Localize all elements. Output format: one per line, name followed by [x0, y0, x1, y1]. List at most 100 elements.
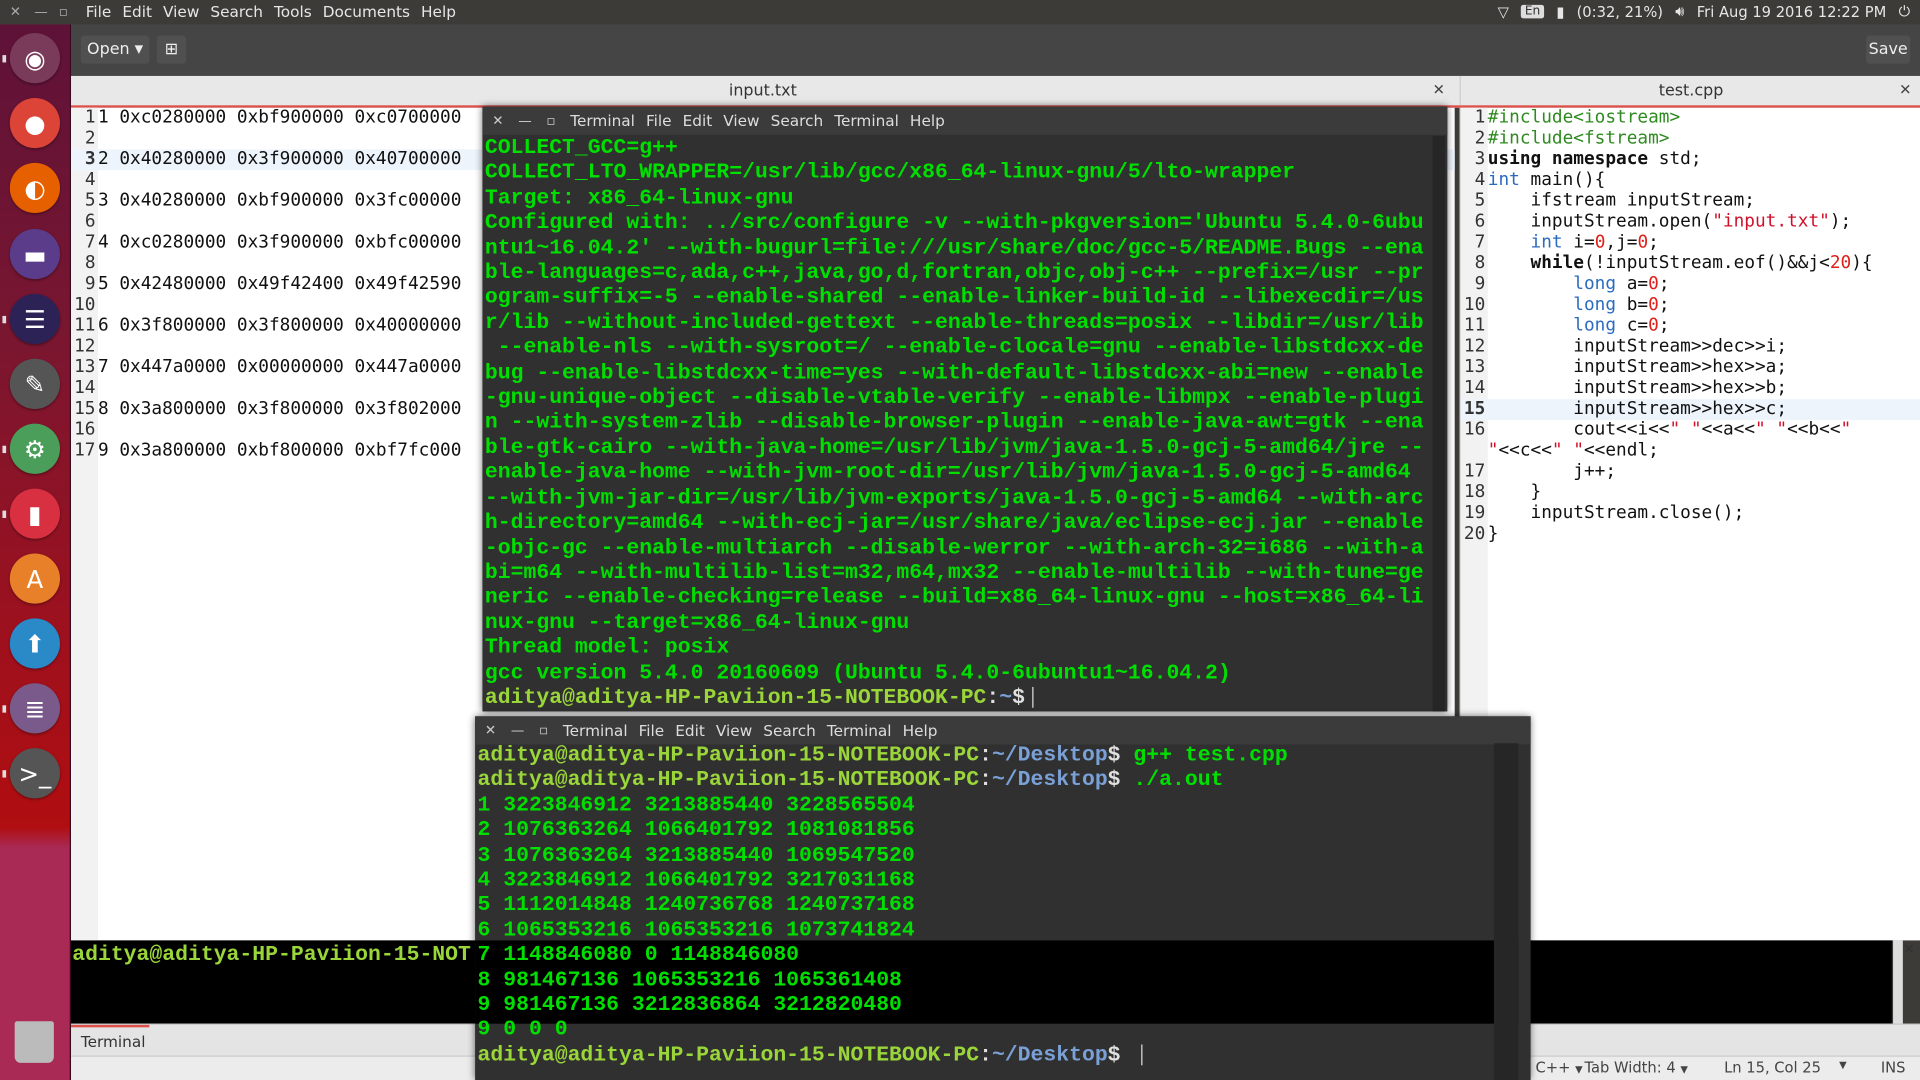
- code-line: 12 inputStream>>dec>>i;: [1461, 337, 1920, 358]
- terminal-menu-terminal[interactable]: Terminal: [563, 721, 628, 739]
- terminal-line: Thread model: posix: [484, 635, 730, 661]
- menu-edit[interactable]: Edit: [122, 2, 152, 20]
- line-text: 6 0x3f800000 0x3f800000 0x40000000: [97, 315, 462, 336]
- launcher-software-center-icon[interactable]: A: [9, 553, 61, 604]
- launcher-chrome-icon[interactable]: ●: [9, 97, 61, 149]
- terminal-window-1[interactable]: ✕ — ▫ Terminal File Edit View Search Terminal…: [482, 106, 1448, 712]
- terminal-menu-edit[interactable]: Edit: [683, 111, 713, 129]
- tab-terminal[interactable]: Terminal: [81, 1032, 146, 1050]
- line-text: 3 0x40280000 0xbf900000 0x3fc00000: [97, 191, 462, 211]
- terminal-menu-view[interactable]: View: [716, 721, 752, 739]
- chevron-down-icon[interactable]: ▼: [1839, 1059, 1847, 1070]
- terminal-menu-view[interactable]: View: [723, 111, 759, 129]
- code-token-str: " ": [1669, 420, 1702, 440]
- battery-status[interactable]: (0:32, 21%): [1577, 3, 1663, 20]
- terminal-line: -objc-gc --enable-multiarch --disable-we…: [484, 535, 1424, 561]
- menu-file[interactable]: File: [86, 2, 112, 20]
- terminal-line: neric --enable-checking=release --build=…: [484, 585, 1424, 611]
- menu-view[interactable]: View: [163, 2, 199, 20]
- battery-icon[interactable]: ▮: [1556, 3, 1564, 20]
- menu-tools[interactable]: Tools: [274, 2, 312, 20]
- terminal-menu-file[interactable]: File: [639, 721, 665, 739]
- running-indicator: [2, 770, 7, 778]
- minimize-window-icon[interactable]: —: [34, 4, 47, 20]
- menu-documents[interactable]: Documents: [323, 2, 410, 20]
- wifi-icon[interactable]: ▽: [1498, 3, 1509, 20]
- terminal-scrollbar[interactable]: [1493, 743, 1519, 1080]
- launcher-software-updater-icon[interactable]: ⬆: [9, 618, 61, 669]
- new-document-button[interactable]: ⊞: [156, 35, 187, 64]
- terminal-menu-edit[interactable]: Edit: [675, 721, 705, 739]
- close-window-icon[interactable]: ✕: [10, 4, 21, 20]
- cursor-position[interactable]: Ln 15, Col 25: [1724, 1059, 1821, 1076]
- code-token-str: "input.txt": [1712, 211, 1830, 232]
- power-icon[interactable]: ⏻: [1899, 2, 1911, 20]
- close-panel-icon[interactable]: ✕: [1903, 940, 1915, 957]
- menu-search[interactable]: Search: [210, 2, 263, 20]
- minimize-window-icon[interactable]: —: [518, 113, 531, 129]
- maximize-window-icon[interactable]: ▫: [59, 4, 68, 20]
- terminal-menu-help[interactable]: Help: [903, 721, 938, 739]
- launcher-wireshark-icon[interactable]: ✎: [9, 358, 61, 409]
- terminal-menu: Terminal File Edit View Search Terminal Help: [563, 721, 938, 739]
- terminal-line: enable-java-home --with-jvm-root-dir=/us…: [484, 460, 1411, 486]
- launcher-app-icon[interactable]: ▮: [9, 488, 61, 539]
- active-tab-indicator: [71, 1024, 150, 1028]
- code-token-plain: main(){: [1519, 170, 1606, 190]
- open-button[interactable]: Open ▼: [80, 35, 150, 64]
- close-tab-icon[interactable]: ✕: [1899, 81, 1911, 98]
- terminal-menu-file[interactable]: File: [646, 111, 672, 129]
- clock[interactable]: Fri Aug 19 2016 12:22 PM: [1697, 3, 1887, 20]
- close-window-icon[interactable]: ✕: [492, 113, 503, 129]
- launcher-text-editor-icon[interactable]: ≣: [9, 683, 61, 734]
- menu-help[interactable]: Help: [421, 2, 456, 20]
- keyboard-icon[interactable]: En: [1521, 4, 1544, 19]
- tab-width-selector[interactable]: Tab Width: 4 ▼: [1584, 1059, 1687, 1076]
- tab-input-txt[interactable]: input.txt ✕: [71, 76, 1455, 105]
- code-token-plain: inputStream>>hex>>b;: [1487, 378, 1788, 398]
- close-tab-icon[interactable]: ✕: [1433, 81, 1445, 98]
- launcher-settings-icon[interactable]: ⚙: [9, 423, 61, 474]
- code-token-plain: inputStream>>dec>>i;: [1487, 336, 1788, 357]
- document-tabs: input.txt ✕ test.cpp ✕: [71, 75, 1920, 108]
- panel-scrollbar[interactable]: [1893, 940, 1903, 1024]
- save-button[interactable]: Save: [1866, 35, 1911, 64]
- code-token-plain: inputStream>>hex>>c;: [1487, 399, 1788, 419]
- tab-label: input.txt: [728, 81, 797, 100]
- terminal-menu-terminal[interactable]: Terminal: [834, 111, 899, 129]
- code-token-str: " ": [1551, 440, 1584, 461]
- line-text: 1 0xc0280000 0xbf900000 0xc0700000: [97, 107, 462, 128]
- trash-icon[interactable]: [14, 1021, 54, 1063]
- launcher-ubuntu-dash-icon[interactable]: ◉: [9, 33, 61, 84]
- code-token-plain: ;: [1658, 295, 1670, 315]
- launcher-files-icon[interactable]: ▬: [9, 228, 61, 280]
- close-window-icon[interactable]: ✕: [485, 722, 496, 738]
- minimize-window-icon[interactable]: —: [511, 722, 524, 738]
- terminal-menu-search[interactable]: Search: [771, 111, 824, 129]
- launcher-firefox-icon[interactable]: ◐: [9, 162, 61, 214]
- terminal-menu-search[interactable]: Search: [763, 721, 816, 739]
- terminal-line: gcc version 5.4.0 20160609 (Ubuntu 5.4.0…: [484, 660, 1231, 686]
- terminal-scrollbar[interactable]: [1432, 135, 1445, 712]
- terminal-prompt-line: aditya@aditya-HP-Paviion-15-NOTEBOOK-PC:…: [478, 743, 1494, 768]
- prompt-user: aditya@aditya-HP-Paviion-15-NOTEBOOK-PC: [477, 1043, 980, 1068]
- launcher-eclipse-icon[interactable]: ☰: [9, 293, 61, 345]
- line-number: 18: [1463, 482, 1486, 503]
- language-selector[interactable]: C++ ▼: [1536, 1059, 1583, 1076]
- code-token-type: int: [1530, 232, 1563, 253]
- launcher-terminal-icon[interactable]: >_: [9, 748, 61, 799]
- terminal-menu-terminal[interactable]: Terminal: [827, 721, 892, 739]
- volume-icon[interactable]: 🔊︎: [1675, 2, 1684, 20]
- line-number: 5: [84, 191, 96, 211]
- code-token-plain: a=: [1616, 274, 1649, 294]
- terminal-prompt-line: aditya@aditya-HP-Paviion-15-NOTEBOOK-PC:…: [478, 768, 1494, 793]
- maximize-window-icon[interactable]: ▫: [546, 113, 555, 129]
- terminal-menu: Terminal File Edit View Search Terminal Help: [570, 111, 945, 129]
- terminal-menu-help[interactable]: Help: [910, 111, 945, 129]
- terminal-line: 3 1076363264 3213885440 1069547520: [477, 843, 915, 868]
- terminal-menu-terminal[interactable]: Terminal: [570, 111, 635, 129]
- tab-test-cpp[interactable]: test.cpp ✕: [1459, 75, 1920, 106]
- maximize-window-icon[interactable]: ▫: [539, 722, 548, 738]
- terminal-window-2[interactable]: ✕ — ▫ Terminal File Edit View Search Terminal…: [475, 716, 1531, 1080]
